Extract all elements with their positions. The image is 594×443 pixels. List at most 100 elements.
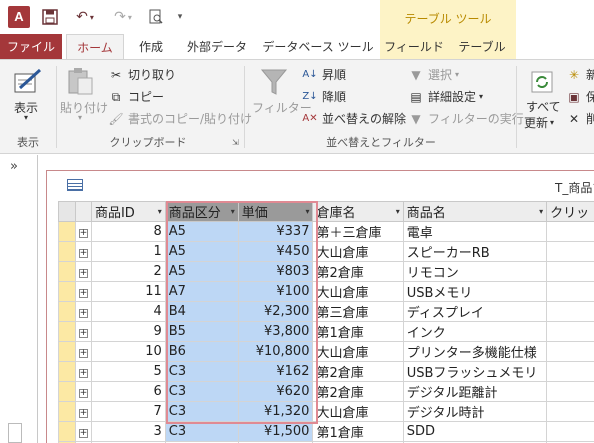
column-header-product-id[interactable]: 商品ID ▾ [90, 201, 166, 222]
expand-row-icon[interactable]: + [74, 221, 92, 242]
paste-dropdown-icon[interactable]: ▾ [78, 113, 82, 122]
cell-warehouse[interactable]: 大山倉庫 [312, 401, 404, 422]
cell-price[interactable]: ¥100 [237, 281, 314, 302]
expand-row-icon[interactable]: + [74, 281, 92, 302]
cell-warehouse[interactable]: 第三倉庫 [312, 301, 404, 322]
select-all-corner[interactable] [58, 201, 76, 222]
cell-click[interactable] [546, 261, 594, 282]
undo-icon[interactable]: ↶ ▾ [70, 6, 100, 28]
cell-price[interactable]: ¥337 [237, 221, 314, 242]
nav-pane-collapsed-bar[interactable] [8, 423, 22, 443]
access-app-icon[interactable]: A [8, 6, 30, 28]
cell-click[interactable] [546, 381, 594, 402]
cell-product-id[interactable]: 11 [90, 281, 166, 302]
expand-row-icon[interactable]: + [74, 361, 92, 382]
table-row[interactable]: +7 C3 ¥1,320 大山倉庫 デジタル時計 [58, 401, 594, 422]
tab-external-data[interactable]: 外部データ [178, 34, 256, 60]
record-selector[interactable] [58, 401, 76, 422]
record-selector[interactable] [58, 421, 76, 442]
cell-product-id[interactable]: 7 [90, 401, 166, 422]
tab-create[interactable]: 作成 [128, 34, 174, 60]
cell-click[interactable] [546, 361, 594, 382]
cell-product-name[interactable]: USBメモリ [402, 281, 548, 302]
table-row[interactable]: +1 A5 ¥450 大山倉庫 スピーカーRB [58, 241, 594, 262]
new-record-button[interactable]: ✳ 新 [566, 66, 594, 83]
expand-nav-chevron-icon[interactable]: » [10, 159, 18, 174]
advanced-button[interactable]: ▤ 詳細設定 ▾ [408, 88, 483, 105]
cell-product-name[interactable]: プリンター多機能仕様 [402, 341, 548, 362]
table-row[interactable]: +4 B4 ¥2,300 第三倉庫 ディスプレイ [58, 301, 594, 322]
record-selector[interactable] [58, 221, 76, 242]
column-header-product-name[interactable]: 商品名 ▾ [402, 201, 548, 222]
record-selector[interactable] [58, 281, 76, 302]
format-painter-button[interactable]: 🖌 書式のコピー/貼り付け [108, 110, 252, 127]
tab-field[interactable]: フィールド [384, 34, 444, 60]
table-row[interactable]: +5 C3 ¥162 第2倉庫 USBフラッシュメモリ [58, 361, 594, 382]
record-selector[interactable] [58, 301, 76, 322]
cell-price[interactable]: ¥3,800 [237, 321, 314, 342]
filter-icon[interactable] [258, 66, 290, 98]
paste-icon[interactable] [64, 66, 96, 98]
column-header-click[interactable]: クリッ [546, 201, 594, 222]
expand-row-icon[interactable]: + [74, 301, 92, 322]
tab-database-tools[interactable]: データベース ツール [262, 34, 374, 60]
cell-product-id[interactable]: 9 [90, 321, 166, 342]
table-row[interactable]: +9 B5 ¥3,800 第1倉庫 インク [58, 321, 594, 342]
cell-product-name[interactable]: デジタル距離計 [402, 381, 548, 402]
remove-sort-button[interactable]: A✕ 並べ替えの解除 [302, 110, 406, 127]
cell-click[interactable] [546, 341, 594, 362]
column-header-warehouse[interactable]: 倉庫名 ▾ [312, 201, 404, 222]
save-record-button[interactable]: ▣ 保 [566, 88, 594, 105]
cell-product-id[interactable]: 8 [90, 221, 166, 242]
cell-category[interactable]: A5 [164, 241, 239, 262]
refresh-label[interactable]: 更新 ▾ [524, 114, 554, 131]
expand-row-icon[interactable]: + [74, 381, 92, 402]
cell-product-id[interactable]: 10 [90, 341, 166, 362]
cell-category[interactable]: B4 [164, 301, 239, 322]
customize-qat-icon[interactable]: ▾ [174, 6, 186, 28]
cell-product-name[interactable]: デジタル時計 [402, 401, 548, 422]
save-icon[interactable] [40, 6, 60, 28]
cell-product-name[interactable]: 電卓 [402, 221, 548, 242]
expand-row-icon[interactable]: + [74, 421, 92, 442]
column-dropdown-icon[interactable]: ▾ [539, 207, 543, 216]
refresh-icon[interactable] [528, 68, 560, 100]
expand-row-icon[interactable]: + [74, 401, 92, 422]
copy-button[interactable]: ⧉ コピー [108, 88, 164, 105]
cell-click[interactable] [546, 221, 594, 242]
cell-click[interactable] [546, 281, 594, 302]
cell-price[interactable]: ¥162 [237, 361, 314, 382]
expand-row-icon[interactable]: + [74, 261, 92, 282]
column-header-category[interactable]: 商品区分 ▾ [164, 201, 239, 222]
cell-warehouse[interactable]: 大山倉庫 [312, 241, 404, 262]
table-row[interactable]: +3 C3 ¥1,500 第1倉庫 SDD [58, 421, 594, 442]
view-icon[interactable] [12, 66, 44, 98]
cell-click[interactable] [546, 401, 594, 422]
record-selector[interactable] [58, 241, 76, 262]
cell-category[interactable]: C3 [164, 421, 239, 442]
selection-button[interactable]: ▼ 選択 ▾ [408, 66, 459, 83]
cell-price[interactable]: ¥620 [237, 381, 314, 402]
cell-product-id[interactable]: 3 [90, 421, 166, 442]
table-row[interactable]: +11 A7 ¥100 大山倉庫 USBメモリ [58, 281, 594, 302]
tab-home[interactable]: ホーム [66, 34, 124, 60]
toggle-filter-button[interactable]: ▼ フィルターの実行 [408, 110, 523, 127]
cell-category[interactable]: A5 [164, 221, 239, 242]
cell-price[interactable]: ¥1,320 [237, 401, 314, 422]
expand-row-icon[interactable]: + [74, 241, 92, 262]
cell-product-name[interactable]: ディスプレイ [402, 301, 548, 322]
expand-row-icon[interactable]: + [74, 341, 92, 362]
cell-warehouse[interactable]: 第1倉庫 [312, 321, 404, 342]
record-selector[interactable] [58, 381, 76, 402]
cell-price[interactable]: ¥2,300 [237, 301, 314, 322]
table-row[interactable]: +8 A5 ¥337 第＋三倉庫 電卓 [58, 221, 594, 242]
record-selector[interactable] [58, 361, 76, 382]
cell-click[interactable] [546, 301, 594, 322]
cell-product-id[interactable]: 6 [90, 381, 166, 402]
column-dropdown-icon[interactable]: ▾ [396, 207, 400, 216]
cell-click[interactable] [546, 421, 594, 442]
table-row[interactable]: +6 C3 ¥620 第2倉庫 デジタル距離計 [58, 381, 594, 402]
cell-price[interactable]: ¥803 [237, 261, 314, 282]
cell-category[interactable]: B6 [164, 341, 239, 362]
clipboard-launcher-icon[interactable]: ⇲ [232, 138, 239, 147]
